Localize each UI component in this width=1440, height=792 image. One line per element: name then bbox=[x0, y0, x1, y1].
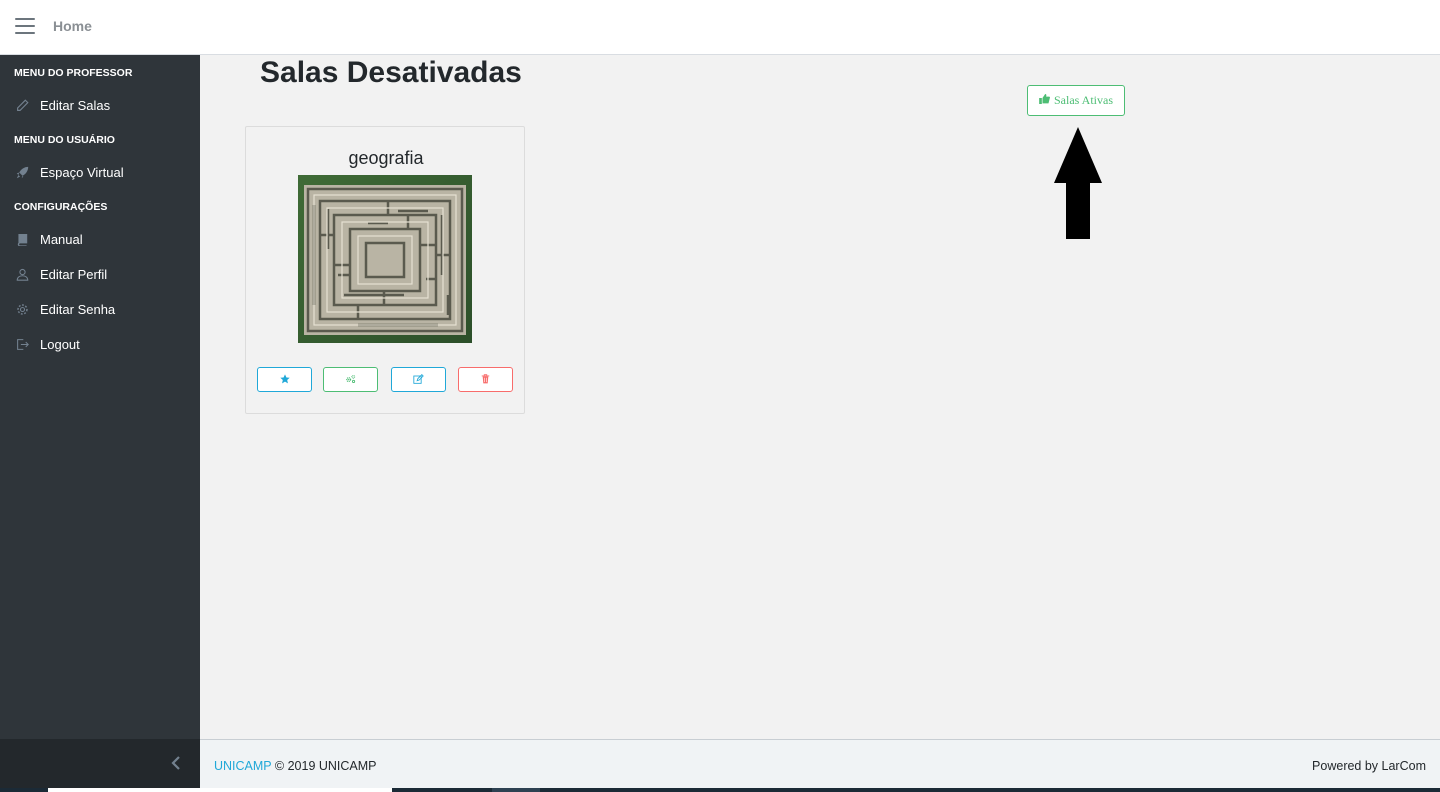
scroll-segment bbox=[492, 788, 540, 792]
settings-button[interactable] bbox=[323, 367, 378, 392]
gear-icon bbox=[15, 302, 29, 316]
trash-icon bbox=[481, 371, 490, 389]
sidebar-item-label: Editar Salas bbox=[40, 97, 111, 113]
pencil-icon bbox=[15, 98, 29, 112]
room-card: geografia bbox=[245, 126, 525, 414]
sidebar-item-label: Espaço Virtual bbox=[40, 164, 124, 180]
footer-copyright: UNICAMP © 2019 UNICAMP bbox=[214, 759, 377, 773]
chevron-left-icon[interactable] bbox=[168, 754, 184, 772]
sidebar-item-manual[interactable]: Manual bbox=[0, 222, 200, 256]
gears-icon bbox=[345, 371, 356, 389]
star-icon bbox=[279, 371, 290, 389]
sidebar-item-label: Editar Senha bbox=[40, 301, 116, 317]
home-link[interactable]: Home bbox=[53, 18, 92, 34]
bottom-scroll-strip bbox=[0, 788, 1440, 792]
footer-powered-by: Powered by LarCom bbox=[1312, 759, 1426, 773]
top-navbar: Home bbox=[0, 0, 1440, 55]
edit-button[interactable] bbox=[391, 367, 446, 392]
favorite-button[interactable] bbox=[257, 367, 312, 392]
sidebar-item-label: Manual bbox=[40, 231, 83, 247]
footer-copyright-text: © 2019 UNICAMP bbox=[274, 759, 377, 773]
delete-button[interactable] bbox=[458, 367, 513, 392]
maze-image bbox=[298, 175, 472, 343]
sidebar-item-logout[interactable]: Logout bbox=[0, 327, 200, 361]
page-title: Salas Desativadas bbox=[260, 56, 522, 89]
sidebar: MENU DO PROFESSOR Editar Salas MENU DO U… bbox=[0, 55, 200, 739]
app-footer: UNICAMP © 2019 UNICAMP Powered by LarCom bbox=[200, 739, 1440, 788]
book-icon bbox=[15, 232, 29, 246]
sidebar-item-espaco-virtual[interactable]: Espaço Virtual bbox=[0, 155, 200, 189]
thumbs-up-icon bbox=[1039, 93, 1050, 108]
footer-brand-link[interactable]: UNICAMP bbox=[214, 759, 271, 773]
sidebar-item-editar-salas[interactable]: Editar Salas bbox=[0, 88, 200, 122]
room-name: geografia bbox=[348, 148, 424, 168]
sidebar-item-editar-senha[interactable]: Editar Senha bbox=[0, 292, 200, 326]
user-icon bbox=[15, 267, 29, 281]
scroll-segment bbox=[48, 788, 392, 792]
rocket-icon bbox=[15, 165, 29, 179]
salas-ativas-button[interactable]: Salas Ativas bbox=[1027, 85, 1125, 116]
sidebar-section-title: CONFIGURAÇÕES bbox=[14, 201, 108, 213]
sidebar-section-title: MENU DO PROFESSOR bbox=[14, 67, 133, 79]
logout-icon bbox=[15, 337, 29, 351]
sidebar-item-label: Logout bbox=[40, 336, 80, 352]
up-arrow-icon bbox=[1054, 127, 1102, 239]
sidebar-item-editar-perfil[interactable]: Editar Perfil bbox=[0, 257, 200, 291]
salas-ativas-label: Salas Ativas bbox=[1054, 93, 1113, 107]
sidebar-section-title: MENU DO USUÁRIO bbox=[14, 134, 115, 146]
hamburger-icon[interactable] bbox=[15, 18, 35, 35]
edit-icon bbox=[413, 371, 424, 389]
sidebar-item-label: Editar Perfil bbox=[40, 266, 108, 282]
sidebar-minimizer bbox=[0, 739, 200, 788]
